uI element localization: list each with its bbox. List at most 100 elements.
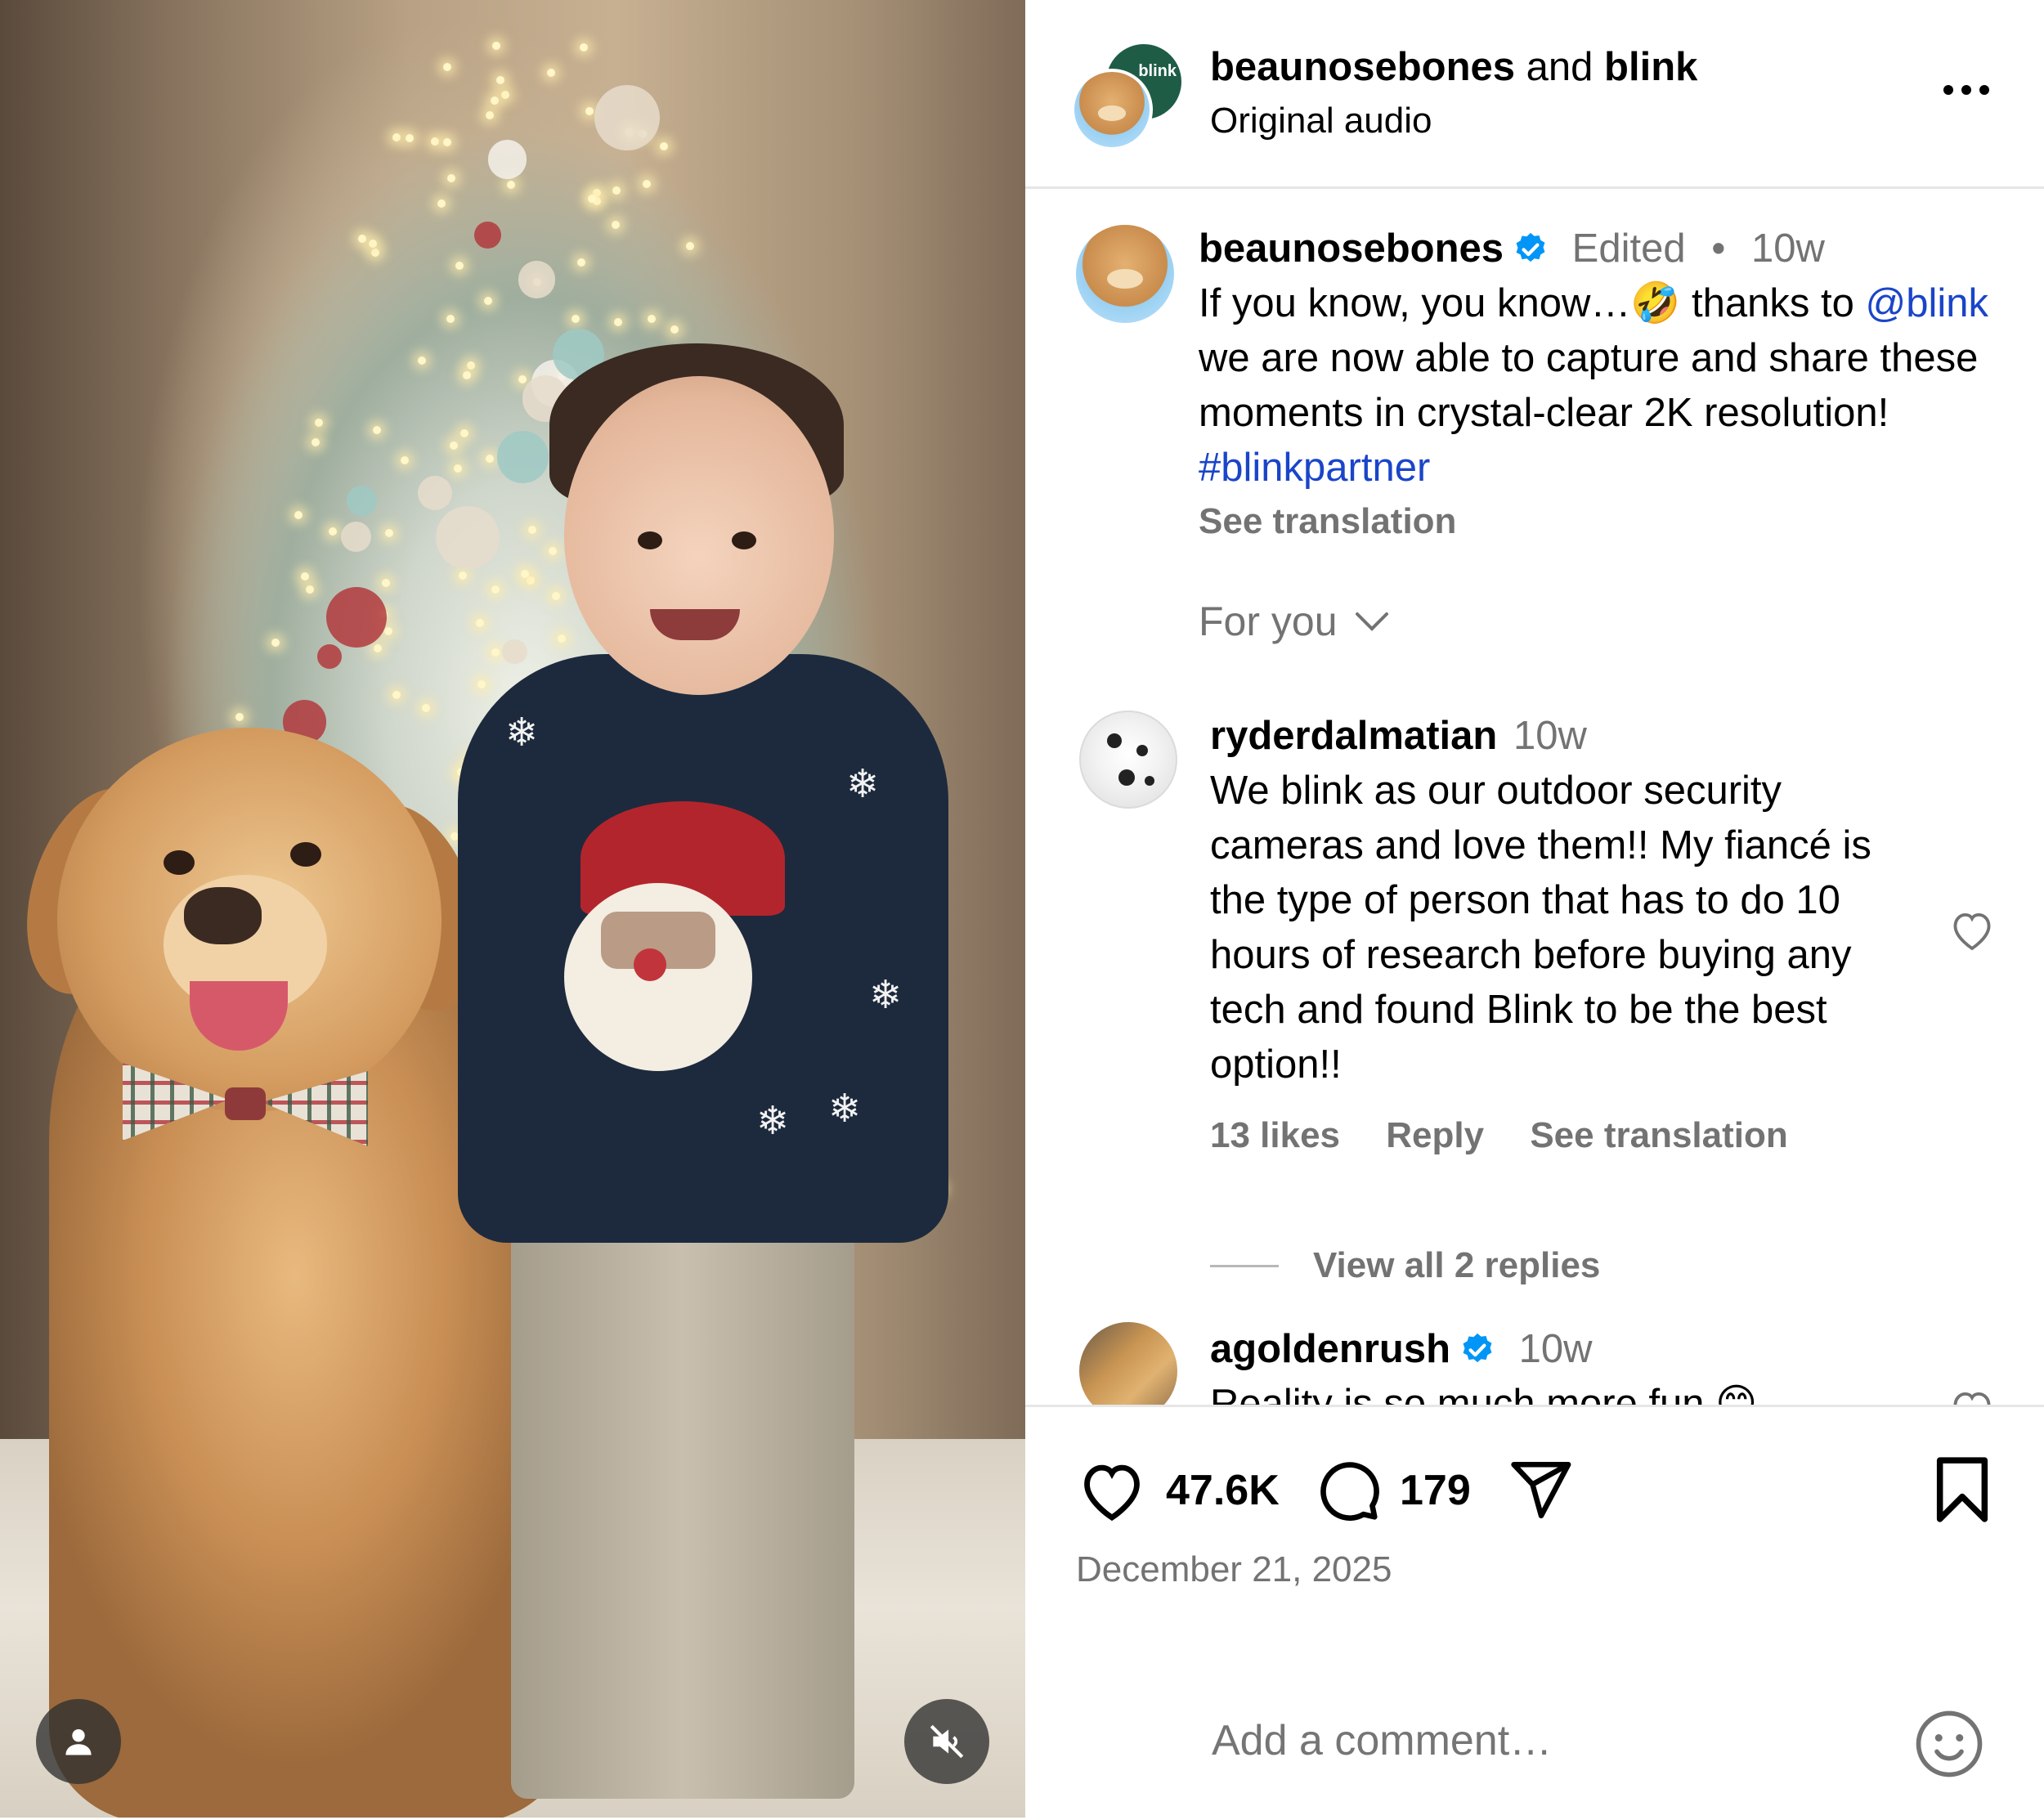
verified-badge-icon <box>1463 1333 1492 1363</box>
comment-sort-dropdown[interactable]: For you <box>1199 598 1390 645</box>
comment-button[interactable] <box>1310 1452 1385 1527</box>
tree-light <box>358 234 367 243</box>
person-icon <box>65 1728 92 1755</box>
header-title: beaunosebones and blink <box>1210 41 1697 93</box>
post-header: blink beaunosebones and blink Original a… <box>1025 0 2044 189</box>
comment-likes-count[interactable]: 13 likes <box>1210 1115 1340 1155</box>
dog-eye-right <box>290 842 321 867</box>
tree-light <box>454 464 463 473</box>
comment-like-button[interactable] <box>1946 903 1998 956</box>
comments-count[interactable]: 179 <box>1400 1464 1471 1517</box>
caption-hashtag-link[interactable]: #blinkpartner <box>1199 446 1430 490</box>
comment-reply-button[interactable]: Reply <box>1386 1115 1484 1155</box>
comment: ryderdalmatian 10w We blink as our outdo… <box>1210 709 1930 1156</box>
heart-outline-icon <box>1953 912 1991 951</box>
comments-scroll-area[interactable]: beaunosebones Edited • 10w If you know, … <box>1025 189 2044 1405</box>
caption-time[interactable]: 10w <box>1751 226 1825 271</box>
comment-like-button[interactable] <box>1946 1383 1998 1405</box>
snowflake-icon: ❄ <box>869 972 903 1018</box>
caption-text: If you know, you know…🤣 thanks to @blink… <box>1199 276 2016 495</box>
mute-button[interactable] <box>904 1699 989 1784</box>
tree-light <box>557 634 566 643</box>
tree-light <box>314 419 323 428</box>
like-button[interactable] <box>1074 1452 1150 1527</box>
tree-ornament <box>496 431 549 483</box>
post-actions: 47.6K 179 December 21, 2025 <box>1025 1405 2044 1820</box>
caption-see-translation[interactable]: See translation <box>1199 497 2016 546</box>
comment-author-username[interactable]: agoldenrush <box>1210 1327 1450 1371</box>
comment-meta-row: 13 likes Reply See translation <box>1210 1115 1930 1156</box>
paper-plane-icon <box>1511 1462 1571 1519</box>
comment-avatar-ryderdalmatian[interactable] <box>1079 711 1177 809</box>
author-avatar[interactable] <box>1071 69 1153 150</box>
comment-author-username[interactable]: ryderdalmatian <box>1210 714 1497 758</box>
comment-sort-label: For you <box>1199 598 1338 644</box>
emoji-picker-button[interactable] <box>1900 1695 1998 1793</box>
post-details-panel: blink beaunosebones and blink Original a… <box>1025 0 2044 1818</box>
comment-text: Reality is so much more fun 😊 <box>1210 1382 1758 1405</box>
boy-eye-left <box>638 531 662 549</box>
snowflake-icon: ❄ <box>756 1098 790 1144</box>
more-dots-icon <box>1943 85 1989 95</box>
comment-time[interactable]: 10w <box>1513 714 1587 758</box>
caption-author-username[interactable]: beaunosebones <box>1199 226 1504 271</box>
tree-light <box>485 455 494 464</box>
post-media[interactable]: ❄ ❄ ❄ ❄ ❄ <box>0 0 1025 1818</box>
view-replies-label: View all 2 replies <box>1313 1245 1601 1285</box>
tree-ornament <box>436 505 500 570</box>
tree-light <box>373 643 382 652</box>
speaker-muted-icon <box>930 1724 964 1759</box>
comment-avatar-agoldenrush[interactable] <box>1079 1322 1177 1405</box>
edited-label: Edited <box>1571 226 1686 271</box>
tree-light <box>527 576 536 585</box>
more-options-button[interactable] <box>1930 57 2003 123</box>
tagged-people-button[interactable] <box>36 1699 121 1784</box>
tree-light <box>484 296 493 305</box>
boy-head <box>564 376 834 695</box>
tree-light <box>466 361 475 370</box>
tree-light <box>612 186 621 195</box>
tree-light <box>417 356 426 365</box>
tree-light <box>648 314 657 323</box>
plaid-bowtie <box>123 1063 368 1146</box>
add-comment-input[interactable] <box>1210 1703 1851 1778</box>
tree-light <box>294 511 303 520</box>
snowflake-icon: ❄ <box>505 710 539 755</box>
tree-light <box>392 132 401 141</box>
view-replies-button[interactable]: View all 2 replies <box>1210 1245 1600 1286</box>
tree-light <box>587 194 596 203</box>
tree-light <box>477 680 486 689</box>
replies-divider-line <box>1210 1264 1279 1267</box>
caption-text-part1: If you know, you know…🤣 thanks to <box>1199 281 1854 325</box>
caption-author-avatar[interactable] <box>1076 225 1174 323</box>
save-button[interactable] <box>1925 1452 2000 1527</box>
likes-count[interactable]: 47.6K <box>1166 1464 1280 1517</box>
tree-light <box>585 106 594 115</box>
comment-see-translation[interactable]: See translation <box>1530 1115 1787 1155</box>
tree-light <box>492 41 501 50</box>
audio-label[interactable]: Original audio <box>1210 98 1432 144</box>
collaborator-username[interactable]: blink <box>1604 45 1697 89</box>
tree-light <box>405 134 414 143</box>
author-username[interactable]: beaunosebones <box>1210 45 1515 89</box>
tree-light <box>235 712 244 721</box>
boy-pants <box>511 1177 854 1799</box>
comment-time[interactable]: 10w <box>1519 1327 1593 1371</box>
caption-mention-link[interactable]: @blink <box>1865 281 1988 325</box>
share-button[interactable] <box>1503 1452 1578 1527</box>
tree-ornament <box>502 639 527 665</box>
boy-eye-right <box>732 531 756 549</box>
tree-ornament <box>487 140 527 179</box>
caption-meta: beaunosebones Edited • 10w <box>1199 222 2016 276</box>
tree-light <box>670 325 679 334</box>
tree-light <box>271 639 280 648</box>
tree-light <box>490 96 499 105</box>
post-date[interactable]: December 21, 2025 <box>1076 1546 1392 1594</box>
tree-light <box>580 43 589 52</box>
tree-ornament <box>346 485 378 516</box>
tree-ornament <box>340 521 371 552</box>
caption: beaunosebones Edited • 10w If you know, … <box>1199 222 2016 546</box>
tree-light <box>491 585 500 594</box>
tree-light <box>305 585 314 594</box>
tree-light <box>685 241 694 250</box>
